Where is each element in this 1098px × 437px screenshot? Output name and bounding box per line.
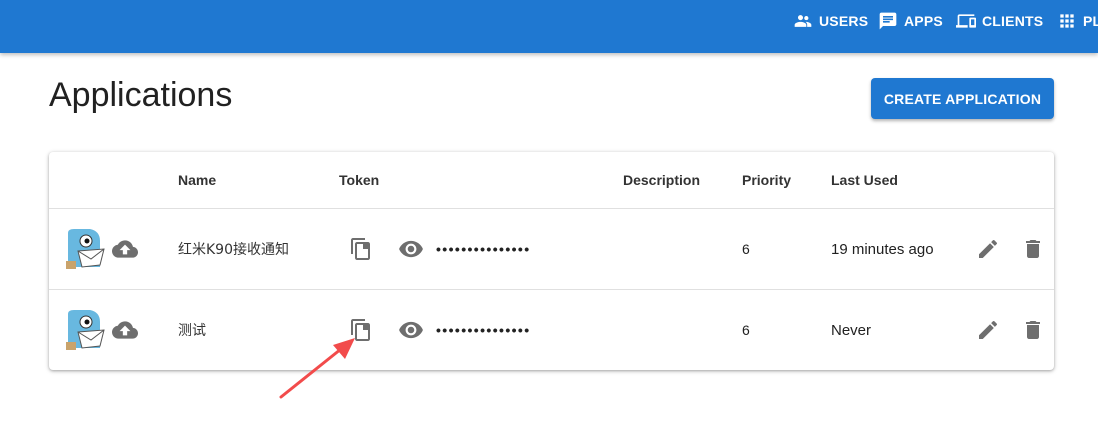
devices-icon	[956, 14, 976, 28]
page-title: Applications	[49, 76, 233, 114]
token-value: •••••••••••••••	[436, 322, 531, 338]
edit-button[interactable]	[976, 209, 1000, 289]
trash-icon	[1021, 318, 1045, 342]
nav-clients-label: CLIENTS	[982, 13, 1044, 29]
people-icon	[794, 15, 812, 27]
nav-plugins[interactable]: PL	[1057, 0, 1098, 42]
nav-clients[interactable]: CLIENTS	[956, 0, 1043, 42]
header-name: Name	[178, 172, 217, 188]
app-avatar	[64, 209, 108, 289]
pencil-icon	[976, 237, 1000, 261]
message-icon	[879, 12, 897, 30]
cloud-upload-icon	[112, 317, 138, 343]
delete-button[interactable]	[1021, 209, 1045, 289]
cloud-upload-icon	[112, 236, 138, 262]
table-row: 测试 ••••••••••••••• 6 Never	[49, 290, 1054, 370]
header-priority: Priority	[742, 172, 792, 188]
create-application-button[interactable]: CREATE APPLICATION	[871, 78, 1054, 119]
header-description: Description	[623, 172, 701, 188]
nav-apps-label: APPS	[904, 13, 943, 29]
upload-image-button[interactable]	[112, 209, 138, 289]
applications-table: Name Token Description Priority Last Use…	[49, 152, 1054, 370]
delete-button[interactable]	[1021, 290, 1045, 370]
nav-apps[interactable]: APPS	[878, 0, 943, 42]
gopher-avatar-icon	[64, 308, 108, 352]
app-name: 红米K90接收通知	[178, 242, 289, 258]
nav-users[interactable]: USERS	[793, 0, 868, 42]
eye-icon	[398, 236, 424, 262]
app-bar: USERS APPS CLIENTS PL	[0, 0, 1098, 53]
copy-token-button[interactable]	[349, 290, 373, 370]
header-last-used: Last Used	[831, 172, 898, 188]
app-priority: 6	[742, 322, 750, 338]
edit-button[interactable]	[976, 290, 1000, 370]
copy-token-button[interactable]	[349, 209, 373, 289]
nav-plugins-label: PL	[1083, 13, 1098, 29]
table-row: 红米K90接收通知 ••••••••••••••• 6 19 minutes a…	[49, 209, 1054, 289]
reveal-token-button[interactable]	[398, 209, 424, 289]
nav-users-label: USERS	[819, 13, 869, 29]
copy-icon	[349, 318, 373, 342]
reveal-token-button[interactable]	[398, 290, 424, 370]
app-last-used: 19 minutes ago	[831, 240, 934, 258]
gopher-avatar-icon	[64, 227, 108, 271]
app-last-used: Never	[831, 321, 872, 339]
copy-icon	[349, 237, 373, 261]
pencil-icon	[976, 318, 1000, 342]
app-priority: 6	[742, 241, 750, 257]
app-name: 测试	[178, 323, 206, 339]
app-avatar	[64, 290, 108, 370]
trash-icon	[1021, 237, 1045, 261]
grid-icon	[1060, 14, 1074, 28]
token-value: •••••••••••••••	[436, 241, 531, 257]
eye-icon	[398, 317, 424, 343]
header-token: Token	[339, 172, 380, 188]
upload-image-button[interactable]	[112, 290, 138, 370]
